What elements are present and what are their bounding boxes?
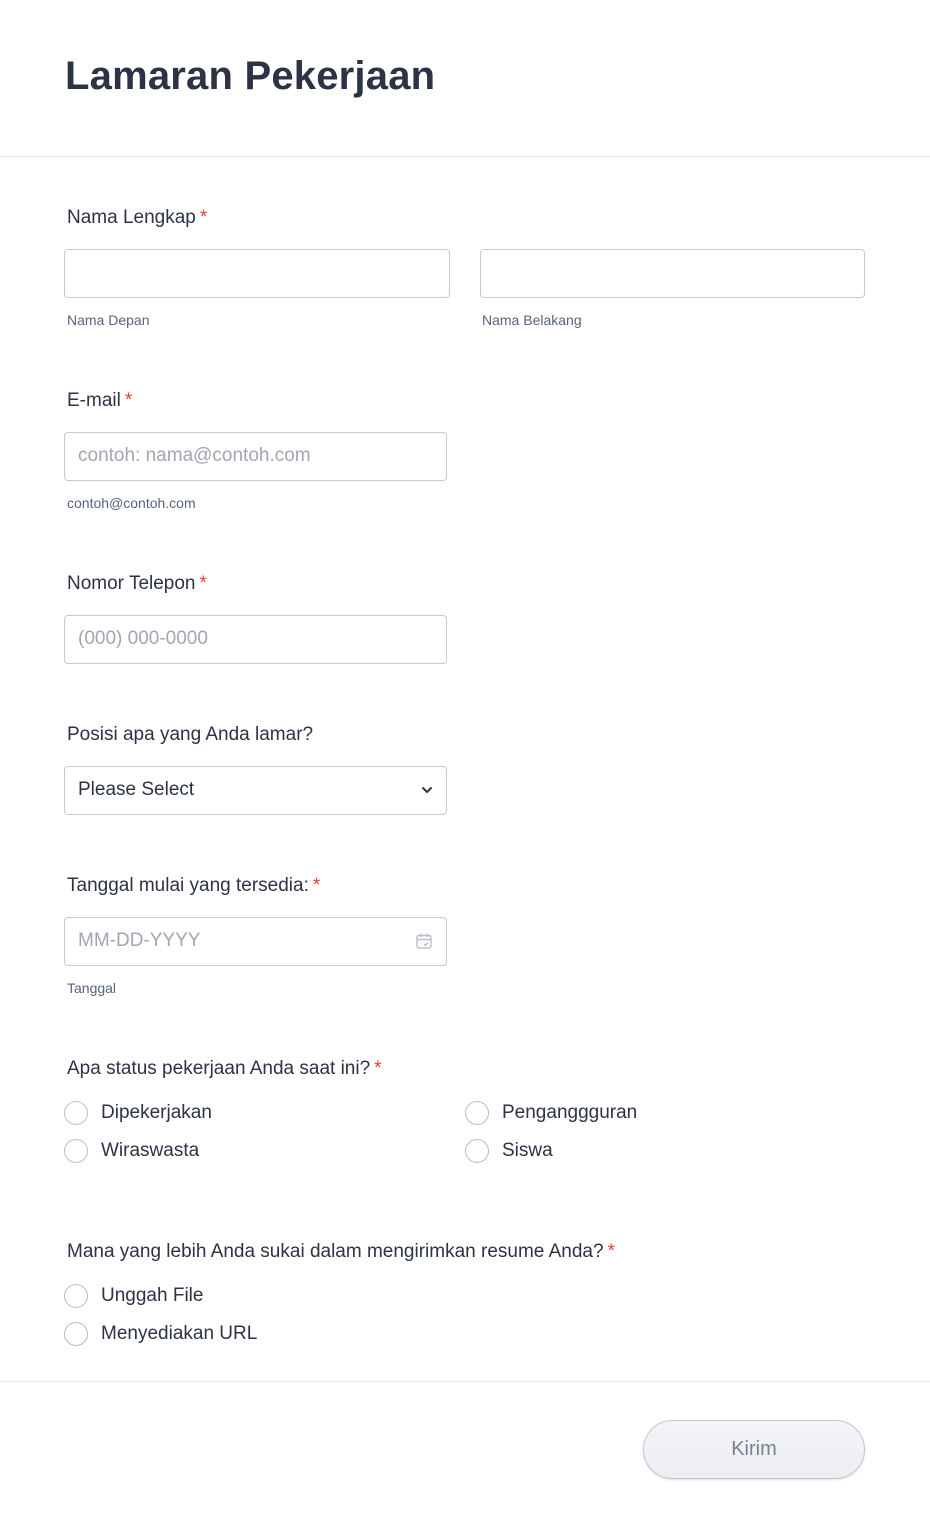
- radio-circle[interactable]: [64, 1101, 88, 1125]
- calendar-icon[interactable]: [415, 932, 433, 950]
- required-asterisk: *: [374, 1058, 382, 1079]
- radio-pengangguran[interactable]: Penganggguran: [465, 1101, 637, 1125]
- resume-label: Mana yang lebih Anda sukai dalam mengiri…: [67, 1241, 615, 1262]
- radio-circle[interactable]: [64, 1139, 88, 1163]
- radio-circle[interactable]: [465, 1101, 489, 1125]
- phone-input[interactable]: (000) 000-0000: [64, 615, 447, 664]
- required-asterisk: *: [124, 390, 133, 411]
- position-label: Posisi apa yang Anda lamar?: [67, 724, 314, 745]
- last-name-sublabel: Nama Belakang: [482, 312, 582, 328]
- email-sublabel: contoh@contoh.com: [67, 495, 196, 511]
- first-name-sublabel: Nama Depan: [67, 312, 150, 328]
- required-asterisk: *: [312, 875, 321, 896]
- email-label: E-mail *: [67, 390, 133, 411]
- required-asterisk: *: [199, 207, 208, 228]
- start-date-label: Tanggal mulai yang tersedia: *: [67, 875, 321, 896]
- last-name-input[interactable]: [480, 249, 865, 298]
- required-asterisk: *: [607, 1241, 615, 1262]
- submit-button[interactable]: Kirim: [643, 1420, 865, 1479]
- start-date-input[interactable]: MM-DD-YYYY: [64, 917, 447, 966]
- first-name-input[interactable]: [64, 249, 450, 298]
- form-title: Lamaran Pekerjaan: [65, 54, 436, 98]
- position-select[interactable]: Please Select: [64, 766, 447, 815]
- radio-circle[interactable]: [465, 1139, 489, 1163]
- chevron-down-icon: [422, 787, 432, 793]
- start-date-placeholder: MM-DD-YYYY: [78, 930, 201, 951]
- form-header: Lamaran Pekerjaan: [0, 0, 930, 157]
- position-selected-value: Please Select: [78, 779, 195, 800]
- radio-wiraswasta[interactable]: Wiraswasta: [64, 1139, 199, 1163]
- full-name-label: Nama Lengkap *: [67, 207, 208, 228]
- start-date-sublabel: Tanggal: [67, 980, 117, 996]
- required-asterisk: *: [199, 573, 207, 594]
- radio-siswa[interactable]: Siswa: [465, 1139, 553, 1163]
- radio-dipekerjakan[interactable]: Dipekerjakan: [64, 1101, 212, 1125]
- radio-unggah-file[interactable]: Unggah File: [64, 1284, 203, 1308]
- phone-placeholder: (000) 000-0000: [78, 628, 208, 649]
- radio-circle[interactable]: [64, 1322, 88, 1346]
- footer-divider: [0, 1381, 930, 1382]
- email-input[interactable]: contoh: nama@contoh.com: [64, 432, 447, 481]
- email-placeholder: contoh: nama@contoh.com: [78, 445, 311, 466]
- employment-status-label: Apa status pekerjaan Anda saat ini? *: [67, 1058, 382, 1079]
- radio-circle[interactable]: [64, 1284, 88, 1308]
- radio-menyediakan-url[interactable]: Menyediakan URL: [64, 1322, 257, 1346]
- phone-label: Nomor Telepon *: [67, 573, 207, 594]
